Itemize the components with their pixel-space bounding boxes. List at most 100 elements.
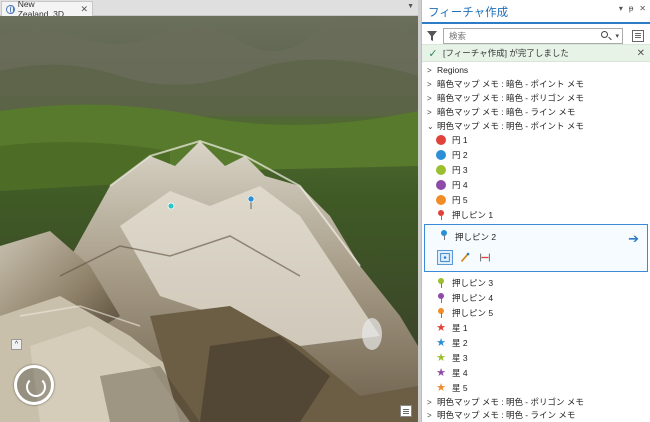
- pin-icon[interactable]: ᵽ: [629, 4, 633, 13]
- template-label: 星 1: [452, 323, 468, 333]
- template-label: 押しピン 1: [452, 210, 494, 220]
- template-row[interactable]: 円 4: [422, 178, 650, 192]
- template-label: 星 3: [452, 353, 468, 363]
- template-row[interactable]: ★ 星 1: [422, 321, 650, 335]
- template-label: 押しピン 4: [452, 293, 494, 303]
- purple-circle-icon: [436, 180, 446, 190]
- blue-circle-icon: [436, 150, 446, 160]
- selected-template-label: 押しピン 2: [455, 232, 497, 242]
- group-label: Regions: [437, 65, 469, 75]
- green-circle-icon: [436, 165, 446, 175]
- template-label: 円 1: [452, 135, 468, 145]
- chevron-right-icon[interactable]: >: [427, 94, 437, 103]
- chevron-right-icon[interactable]: >: [427, 66, 437, 75]
- orange-pushpin-icon: [436, 308, 446, 318]
- purple-star-icon: ★: [436, 367, 446, 379]
- template-row[interactable]: 押しピン 5: [422, 306, 650, 320]
- group-row[interactable]: > 暗色マップ メモ : 暗色 - ライン メモ: [422, 105, 650, 119]
- green-star-icon: ★: [436, 352, 446, 364]
- search-input[interactable]: [444, 29, 584, 43]
- manage-templates-icon[interactable]: [632, 30, 644, 42]
- tab-dropdown-icon[interactable]: ▼: [407, 3, 414, 10]
- red-circle-icon: [436, 135, 446, 145]
- orange-circle-icon: [436, 195, 446, 205]
- group-row[interactable]: > 暗色マップ メモ : 暗色 - ポリゴン メモ: [422, 91, 650, 105]
- group-label: 明色マップ メモ : 明色 - ライン メモ: [437, 410, 576, 420]
- search-box[interactable]: ▾: [443, 28, 623, 44]
- search-dropdown-icon[interactable]: ▾: [615, 32, 619, 40]
- pane-menu-icon[interactable]: ▾: [619, 4, 623, 13]
- search-icon[interactable]: [601, 31, 608, 38]
- search-row: ▾: [422, 28, 650, 44]
- map-tab[interactable]: New Zealand_3D ✕: [1, 0, 93, 19]
- group-row[interactable]: > 明色マップ メモ : 明色 - ポリゴン メモ: [422, 395, 650, 409]
- template-label: 円 3: [452, 165, 468, 175]
- placed-circle-marker[interactable]: [167, 202, 175, 210]
- template-label: 押しピン 3: [452, 278, 494, 288]
- group-label: 暗色マップ メモ : 暗色 - ライン メモ: [437, 107, 576, 117]
- purple-pushpin-icon: [436, 293, 446, 303]
- arrow-right-icon[interactable]: ➔: [628, 231, 639, 247]
- template-row[interactable]: 円 2: [422, 148, 650, 162]
- template-label: 星 4: [452, 368, 468, 378]
- template-row[interactable]: 押しピン 3: [422, 276, 650, 290]
- blue-star-icon: ★: [436, 337, 446, 349]
- template-label: 円 2: [452, 150, 468, 160]
- point-tool-icon[interactable]: [437, 250, 453, 265]
- navigator-toggle-button[interactable]: ^: [11, 339, 22, 350]
- filter-icon[interactable]: [427, 31, 437, 41]
- green-pushpin-icon: [436, 278, 446, 288]
- template-label: 星 5: [452, 383, 468, 393]
- measure-tool-icon[interactable]: [477, 250, 493, 265]
- orange-star-icon: ★: [436, 382, 446, 394]
- red-star-icon: ★: [436, 322, 446, 334]
- placed-pushpin-marker[interactable]: [247, 195, 255, 203]
- template-row[interactable]: 押しピン 4: [422, 291, 650, 305]
- red-pushpin-icon: [436, 210, 446, 220]
- template-label: 星 2: [452, 338, 468, 348]
- chevron-down-icon[interactable]: ⌄: [427, 122, 437, 131]
- template-label: 円 5: [452, 195, 468, 205]
- group-label: 明色マップ メモ : 明色 - ポイント メモ: [437, 121, 584, 131]
- blue-pushpin-icon: [439, 230, 449, 240]
- template-row[interactable]: ★ 星 5: [422, 381, 650, 395]
- chevron-right-icon[interactable]: >: [427, 411, 437, 420]
- close-icon[interactable]: ✕: [637, 48, 645, 59]
- group-row[interactable]: > 明色マップ メモ : 明色 - ライン メモ: [422, 408, 650, 422]
- notice-message: [フィーチャ作成] が完了しました: [443, 48, 569, 58]
- group-row-expanded[interactable]: ⌄ 明色マップ メモ : 明色 - ポイント メモ: [422, 119, 650, 133]
- group-label: 明色マップ メモ : 明色 - ポリゴン メモ: [437, 397, 584, 407]
- pane-title: フィーチャ作成: [428, 7, 509, 19]
- template-row[interactable]: 円 1: [422, 133, 650, 147]
- template-row[interactable]: 円 5: [422, 193, 650, 207]
- terrain-scene[interactable]: [0, 16, 418, 422]
- map-view[interactable]: New Zealand_3D ✕ ▼ ^: [0, 0, 418, 422]
- pencil-tool-icon[interactable]: [457, 250, 473, 265]
- template-label: 円 4: [452, 180, 468, 190]
- globe-icon: [6, 4, 15, 14]
- close-icon[interactable]: ✕: [80, 4, 88, 15]
- selected-template[interactable]: 押しピン 2 ➔: [424, 224, 648, 272]
- map-tab-bar: New Zealand_3D ✕ ▼: [0, 0, 418, 19]
- template-row[interactable]: 押しピン 1: [422, 208, 650, 222]
- template-list: > Regions > 暗色マップ メモ : 暗色 - ポイント メモ > 暗色…: [422, 63, 650, 422]
- template-label: 押しピン 5: [452, 308, 494, 318]
- template-row[interactable]: ★ 星 4: [422, 366, 650, 380]
- chevron-right-icon[interactable]: >: [427, 398, 437, 407]
- group-label: 暗色マップ メモ : 暗色 - ポリゴン メモ: [437, 93, 584, 103]
- check-icon: ✓: [428, 47, 438, 60]
- group-label: 暗色マップ メモ : 暗色 - ポイント メモ: [437, 79, 584, 89]
- chevron-right-icon[interactable]: >: [427, 108, 437, 117]
- chevron-right-icon[interactable]: >: [427, 80, 437, 89]
- template-row[interactable]: ★ 星 3: [422, 351, 650, 365]
- completion-notice: ✓ [フィーチャ作成] が完了しました ✕: [422, 44, 650, 62]
- group-row[interactable]: > 暗色マップ メモ : 暗色 - ポイント メモ: [422, 77, 650, 91]
- pane-controls: ▾ ᵽ ✕: [619, 4, 646, 13]
- pane-accent-bar: [422, 22, 650, 24]
- navigator-control[interactable]: [14, 365, 54, 405]
- group-row[interactable]: > Regions: [422, 63, 650, 77]
- template-row[interactable]: 円 3: [422, 163, 650, 177]
- map-menu-button[interactable]: [400, 405, 412, 417]
- template-row[interactable]: ★ 星 2: [422, 336, 650, 350]
- close-icon[interactable]: ✕: [639, 4, 646, 13]
